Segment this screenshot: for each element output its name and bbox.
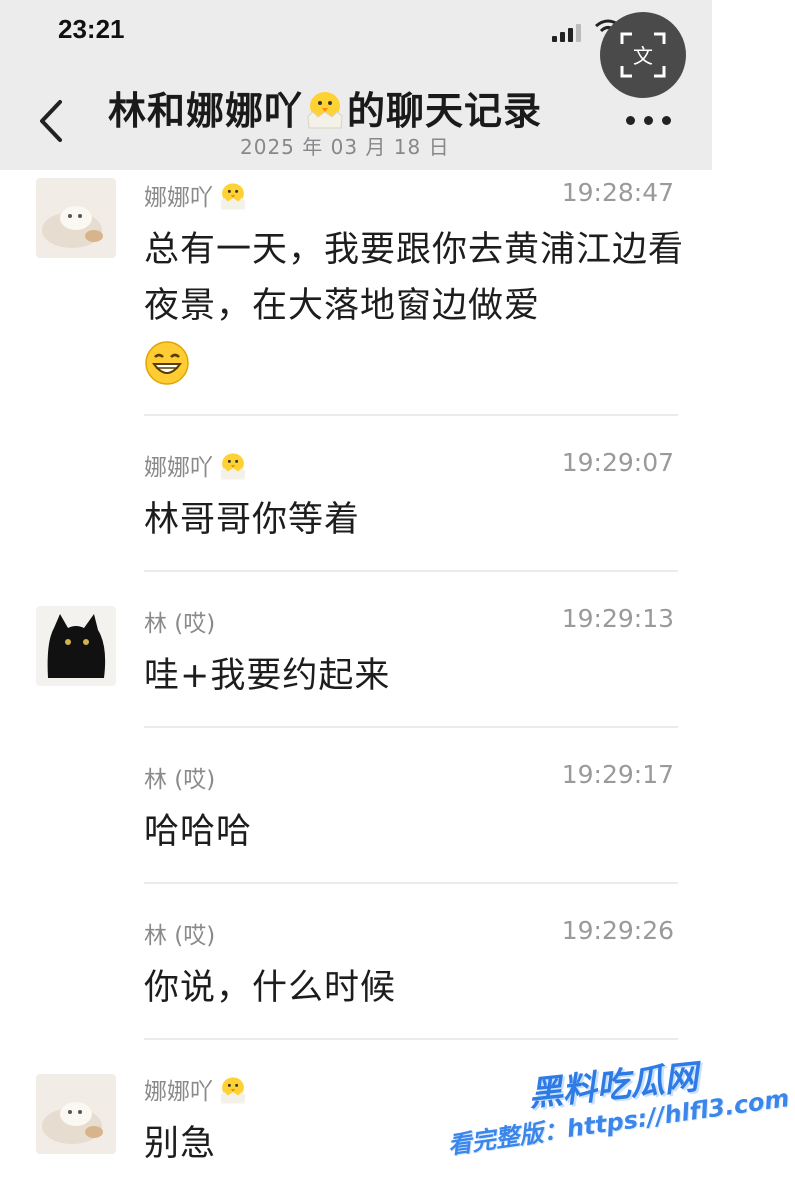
sender-name: 娜娜吖: [144, 448, 249, 482]
avatar[interactable]: [36, 178, 116, 258]
message-text: 哇+我要约起来: [144, 656, 391, 696]
message-time: 19:29:26: [561, 916, 674, 945]
sender-name-text: 娜娜吖: [144, 1079, 213, 1105]
message-item: 林 (哎) 19:29:26 你说，什么时候: [0, 908, 712, 1040]
message-item: 林 (哎) 19:29:13 哇+我要约起来: [0, 596, 712, 728]
message-time: 19:29:13: [561, 604, 674, 633]
page-title: 林和娜娜吖 的聊天记录: [108, 80, 542, 135]
translate-icon: 文: [620, 32, 666, 78]
title-prefix: 林和娜娜吖: [108, 89, 304, 133]
sender-name-text: 娜娜吖: [144, 185, 213, 211]
translate-button[interactable]: 文: [600, 12, 686, 98]
message-divider: [144, 882, 678, 884]
message-text: 哈哈哈: [144, 812, 253, 852]
sender-name: 林 (哎): [144, 611, 216, 637]
chick-emoji-icon: [307, 91, 343, 128]
message-item: 林 (哎) 19:29:17 哈哈哈: [0, 752, 712, 884]
chick-emoji-icon: [220, 453, 246, 480]
cellular-signal-icon: [552, 22, 582, 42]
avatar[interactable]: [36, 1074, 116, 1154]
cat-plush-avatar-icon: [36, 178, 116, 258]
title-suffix: 的聊天记录: [347, 89, 543, 133]
black-cat-avatar-icon: [36, 606, 116, 686]
message-text: 林哥哥你等着: [144, 500, 361, 540]
message-divider: [144, 1038, 678, 1040]
message-item: 娜娜吖 19:28:47 总有一天，我要跟你去黄浦江边看夜景，在大落地窗边做爱: [0, 170, 712, 416]
message-time: 19:28:47: [561, 178, 674, 207]
message-text: 你说，什么时候: [144, 968, 397, 1008]
back-chevron-icon[interactable]: [34, 96, 68, 146]
message-divider: [144, 414, 678, 416]
chick-emoji-icon: [220, 183, 246, 210]
message-divider: [144, 726, 678, 728]
sender-name: 林 (哎): [144, 923, 216, 949]
message-time: 19:29:07: [561, 448, 674, 477]
message-text-content: 总有一天，我要跟你去黄浦江边看夜景，在大落地窗边做爱: [144, 230, 685, 326]
chat-history-header: 23:21 文 林和娜娜吖 的聊天记录 2025 年 03 月 18 日: [0, 0, 712, 170]
message-divider: [144, 570, 678, 572]
message-time: 19:29:17: [561, 760, 674, 789]
more-options-icon[interactable]: [624, 116, 674, 128]
sender-name: 娜娜吖: [144, 1072, 249, 1106]
cat-plush-avatar-icon: [36, 1074, 116, 1154]
sender-name: 娜娜吖: [144, 178, 249, 212]
status-bar-time: 23:21: [58, 14, 125, 44]
avatar[interactable]: [36, 606, 116, 686]
chat-date: 2025 年 03 月 18 日: [240, 135, 450, 159]
message-item: 娜娜吖 19:29:07 林哥哥你等着: [0, 440, 712, 572]
grin-emoji-icon: [145, 341, 189, 385]
sender-name-text: 娜娜吖: [144, 455, 213, 481]
translate-icon-label: 文: [633, 44, 653, 68]
chick-emoji-icon: [220, 1077, 246, 1104]
message-text: 总有一天，我要跟你去黄浦江边看夜景，在大落地窗边做爱: [144, 222, 684, 390]
sender-name: 林 (哎): [144, 767, 216, 793]
